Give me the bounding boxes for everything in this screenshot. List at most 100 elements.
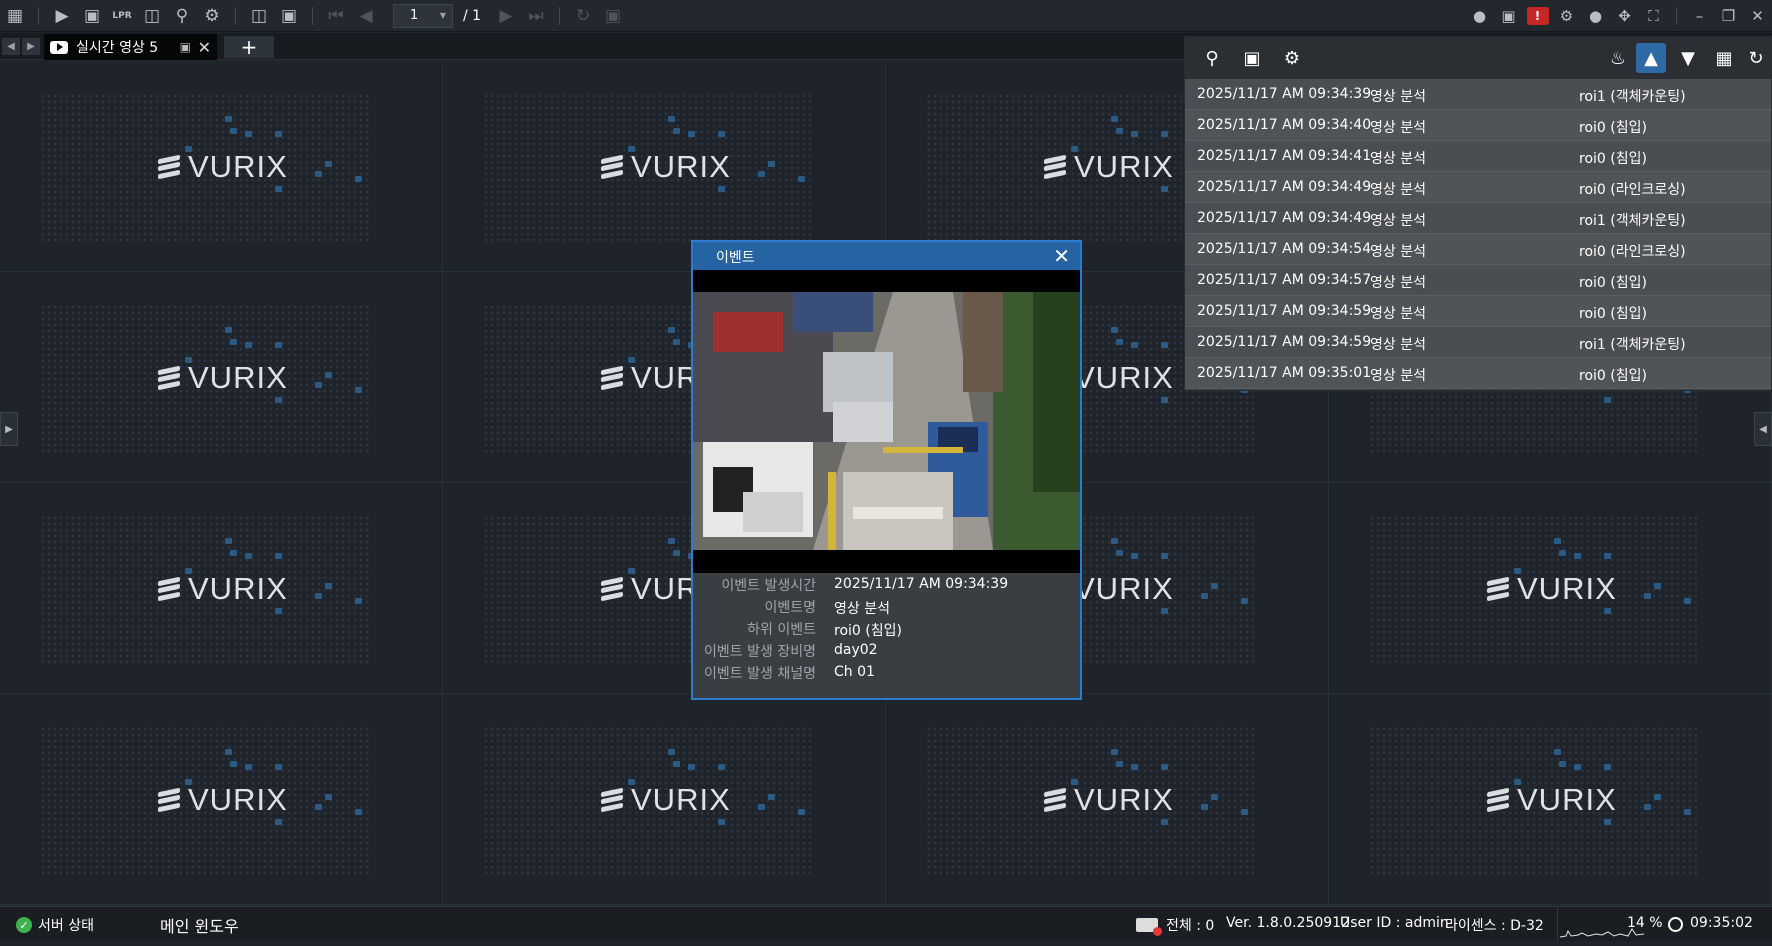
map-marker [1161, 131, 1168, 137]
bell-icon[interactable]: ♨ [1603, 43, 1633, 73]
video-cell[interactable]: VURIX [886, 694, 1329, 905]
prev-page-icon[interactable]: ◀ [351, 0, 381, 32]
toolbar-right-group: ● ▣ ! ⚙ ● ✥ ⛶ – ❐ ✕ [1465, 0, 1772, 32]
gear-icon[interactable]: ⚙ [1277, 43, 1307, 73]
event-row[interactable]: 2025/11/17 AM 09:35:01 영상 분석 roi0 (침입) [1185, 358, 1771, 389]
event-time: 2025/11/17 AM 09:34:40 [1197, 117, 1372, 133]
map-marker [1111, 749, 1118, 755]
monitor-alert-icon[interactable]: ▣ [1237, 43, 1267, 73]
pin-icon[interactable]: ▼ [1673, 43, 1703, 73]
first-page-icon[interactable]: ⏮ [321, 0, 351, 32]
layout-split-icon[interactable]: ◫ [244, 0, 274, 32]
server-status-label[interactable]: 서버 상태 [38, 915, 94, 935]
event-notification-icon[interactable] [1136, 918, 1162, 936]
settings-globe-icon[interactable]: ⚙ [197, 0, 227, 32]
app-menu-grid-icon[interactable]: ▦ [0, 0, 30, 32]
vurix-logo: VURIX [1044, 149, 1174, 185]
minimize-icon[interactable]: – [1685, 0, 1714, 32]
gear-icon[interactable]: ⚙ [1552, 0, 1581, 32]
event-row[interactable]: 2025/11/17 AM 09:34:57 영상 분석 roi0 (침입) [1185, 265, 1771, 296]
lpr-icon[interactable]: LPR [107, 0, 137, 32]
search-icon[interactable]: ⚲ [1197, 43, 1227, 73]
license-label: 라이센스 : D-32 [1445, 918, 1544, 934]
layers-icon [1487, 576, 1509, 602]
map-marker [275, 397, 282, 403]
map-marker [1161, 764, 1168, 770]
snapshot-icon[interactable]: ▣ [598, 0, 628, 32]
tab-scroll-left-icon[interactable]: ◀ [2, 38, 20, 55]
event-dialog-header[interactable]: 이벤트 ✕ [693, 242, 1080, 270]
live-video-icon[interactable]: ▶ [47, 0, 77, 32]
last-page-icon[interactable]: ⏭ [521, 0, 551, 32]
map-marker [1644, 804, 1651, 810]
tab-detach-icon[interactable]: ▣ [180, 40, 191, 54]
add-tab-button[interactable]: + [224, 35, 274, 59]
left-panel-toggle-icon[interactable]: ▶ [0, 412, 18, 446]
map-marker [668, 116, 675, 122]
event-row[interactable]: 2025/11/17 AM 09:34:59 영상 분석 roi0 (침입) [1185, 296, 1771, 327]
page-selector[interactable]: 1 ▼ [393, 3, 453, 28]
video-cell[interactable]: VURIX [1329, 483, 1772, 694]
video-cell[interactable]: VURIX [443, 694, 886, 905]
tab-label: 실시간 영상 5 [76, 40, 159, 56]
map-marker [1116, 550, 1123, 556]
map-marker [1684, 809, 1691, 815]
event-row[interactable]: 2025/11/17 AM 09:34:54 영상 분석 roi0 (라인크로싱) [1185, 234, 1771, 265]
vurix-logo-text: VURIX [631, 149, 731, 184]
close-window-icon[interactable]: ✕ [1743, 0, 1772, 32]
map-marker [355, 387, 362, 393]
event-row[interactable]: 2025/11/17 AM 09:34:59 영상 분석 roi1 (객체카운팅) [1185, 327, 1771, 358]
check-icon: ✓ [16, 917, 32, 933]
map-marker [1116, 339, 1123, 345]
map-marker [1574, 764, 1581, 770]
event-monitor-icon[interactable]: ▣ [1494, 0, 1523, 32]
vurix-logo-text: VURIX [1517, 571, 1617, 606]
tab-live-video[interactable]: 실시간 영상 5 ▣ ✕ [44, 34, 217, 60]
event-time: 2025/11/17 AM 09:34:59 [1197, 334, 1372, 350]
restore-icon[interactable]: ❐ [1714, 0, 1743, 32]
event-row[interactable]: 2025/11/17 AM 09:34:40 영상 분석 roi0 (침입) [1185, 110, 1771, 141]
person-search-icon[interactable]: ⚲ [167, 0, 197, 32]
map-marker [1111, 116, 1118, 122]
event-row[interactable]: 2025/11/17 AM 09:34:49 영상 분석 roi0 (라인크로싱) [1185, 172, 1771, 203]
map-marker [1559, 761, 1566, 767]
event-row[interactable]: 2025/11/17 AM 09:34:49 영상 분석 roi1 (객체카운팅) [1185, 203, 1771, 234]
vurix-logo: VURIX [1487, 782, 1617, 818]
event-row[interactable]: 2025/11/17 AM 09:34:39 영상 분석 roi1 (객체카운팅) [1185, 79, 1771, 110]
video-cell[interactable]: VURIX [0, 272, 443, 483]
video-cell[interactable]: VURIX [0, 61, 443, 272]
map-marker [1161, 608, 1168, 614]
video-cell[interactable]: VURIX [1329, 694, 1772, 905]
video-analytics-icon[interactable]: ▲ [1636, 43, 1666, 73]
event-info-label: 이벤트 발생 채널명 [704, 666, 816, 682]
refresh-layout-icon[interactable]: ↻ [568, 0, 598, 32]
map-marker [668, 538, 675, 544]
refresh-icon[interactable]: ↻ [1741, 43, 1771, 73]
map-view-icon[interactable]: ◫ [137, 0, 167, 32]
close-tab-icon[interactable]: ✕ [198, 38, 211, 57]
fullscreen-icon[interactable]: ⛶ [1639, 0, 1668, 32]
event-info-row: 이벤트명 영상 분석 [693, 595, 1080, 617]
video-cell[interactable]: VURIX [0, 483, 443, 694]
move-icon[interactable]: ✥ [1610, 0, 1639, 32]
vurix-logo-text: VURIX [188, 149, 288, 184]
cpu-usage: 14 % [1627, 915, 1663, 931]
map-marker [325, 161, 332, 167]
alarm-icon[interactable]: ! [1523, 0, 1552, 32]
chat-icon[interactable]: ● [1465, 0, 1494, 32]
playback-search-icon[interactable]: ▣ [77, 0, 107, 32]
close-icon[interactable]: ✕ [1053, 244, 1070, 268]
right-panel-toggle-icon[interactable]: ◀ [1754, 412, 1772, 446]
event-name: 영상 분석 [1370, 368, 1426, 384]
main-window-label: 메인 윈도우 [160, 917, 239, 936]
next-page-icon[interactable]: ▶ [491, 0, 521, 32]
map-marker [798, 176, 805, 182]
tab-scroll-right-icon[interactable]: ▶ [22, 38, 40, 55]
map-marker [1684, 598, 1691, 604]
video-cell[interactable]: VURIX [0, 694, 443, 905]
event-sub-name: roi0 (라인크로싱) [1579, 244, 1686, 260]
event-row[interactable]: 2025/11/17 AM 09:34:41 영상 분석 roi0 (침입) [1185, 141, 1771, 172]
add-layout-icon[interactable]: ▣ [274, 0, 304, 32]
grid-view-icon[interactable]: ▦ [1709, 43, 1739, 73]
user-icon[interactable]: ● [1581, 0, 1610, 32]
